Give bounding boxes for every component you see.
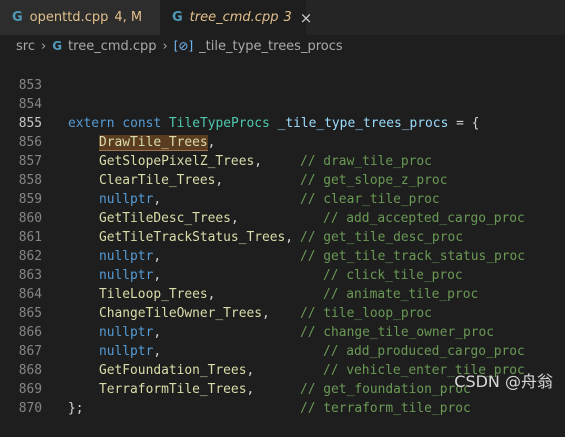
code-line: 865 nullptr, // add_produced_cargo_proc (0, 285, 565, 359)
code-line: 856 GetSlopePixelZ_Trees, // get_slope_z… (0, 114, 565, 188)
code-line: 864 ChangeTileOwner_Trees, // change_til… (0, 266, 565, 340)
code-line: 861 nullptr, // click_tile_proc (0, 209, 565, 283)
code-line: 868 TerraformTile_Trees, // terraform_ti… (0, 342, 565, 416)
tab-problem-badge: 4, M (114, 10, 143, 25)
code-line: 859 GetTileDesc_Trees, // get_tile_desc_… (0, 171, 565, 245)
code-line: 853 (0, 57, 565, 93)
close-icon[interactable]: × (300, 9, 313, 27)
watermark: CSDN @舟翁 (454, 372, 553, 391)
code-line: 860 GetTileTrackStatus_Trees, // get_til… (0, 190, 565, 264)
code-line: 867 GetFoundation_Trees, // get_foundati… (0, 323, 565, 397)
breadcrumb-symbol[interactable]: _tile_type_trees_procs (199, 39, 342, 54)
tab-filename: openttd.cpp (29, 10, 109, 25)
code-line: 863 TileLoop_Trees, // tile_loop_proc (0, 247, 565, 321)
code-line: 862 nullptr, // animate_tile_proc (0, 228, 565, 302)
breadcrumb: src › G tree_cmd.cpp › [⊘] _tile_type_tr… (0, 35, 565, 57)
breadcrumb-folder[interactable]: src (16, 39, 35, 54)
chevron-right-icon: › (162, 38, 168, 54)
chevron-right-icon: › (40, 38, 47, 54)
code-editor[interactable]: 853 854 extern const TileTypeProcs _tile… (0, 57, 565, 416)
tab-openttd-cpp[interactable]: G openttd.cpp 4, M (0, 0, 160, 35)
c-plus-plus-file-icon: G (52, 39, 63, 53)
code-line: 858 nullptr, // add_accepted_cargo_proc (0, 152, 565, 226)
tab-bar: G openttd.cpp 4, M G tree_cmd.cpp 3 × (0, 0, 565, 35)
tab-tree-cmd-cpp[interactable]: G tree_cmd.cpp 3 × (160, 0, 312, 35)
code-line: 857 ClearTile_Trees, // clear_tile_proc (0, 133, 565, 207)
variable-symbol-icon: [⊘] (173, 39, 194, 53)
c-plus-plus-file-icon: G (12, 10, 23, 25)
c-plus-plus-file-icon: G (172, 10, 183, 25)
tab-problem-badge: 3 (283, 10, 292, 25)
code-line: 866 nullptr, // vehicle_enter_tile_proc (0, 304, 565, 378)
code-line: 854 extern const TileTypeProcs _tile_typ… (0, 76, 565, 131)
code-line: 855 DrawTile_Trees, // draw_tile_proc (0, 95, 565, 169)
tab-filename: tree_cmd.cpp (189, 10, 279, 25)
breadcrumb-file[interactable]: tree_cmd.cpp (68, 39, 157, 54)
